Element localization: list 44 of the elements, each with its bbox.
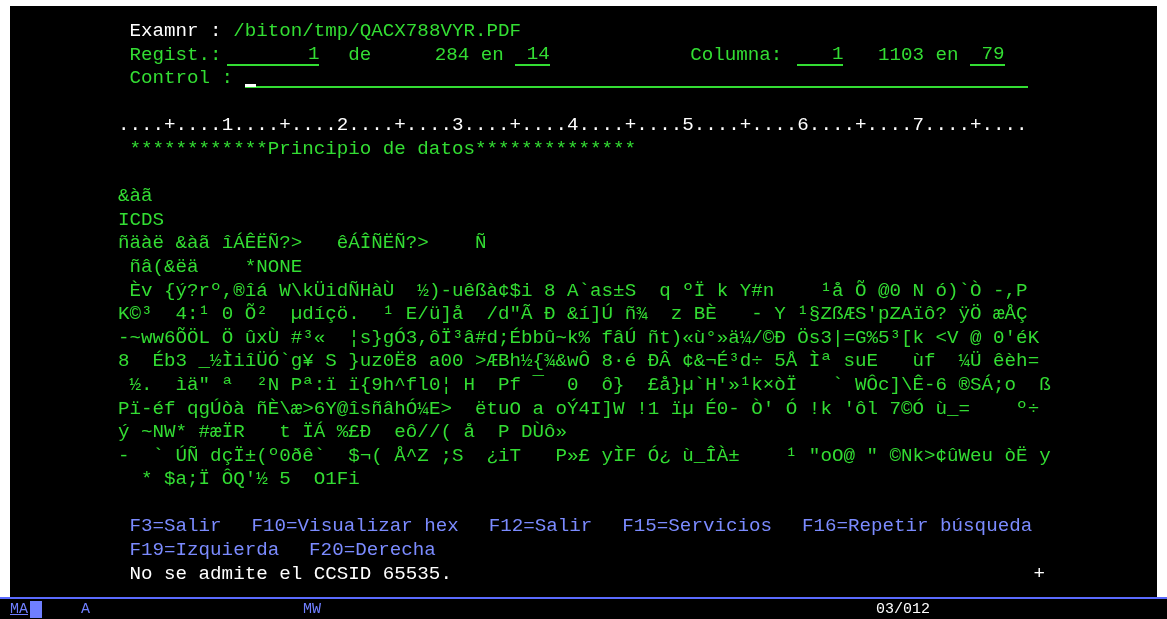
text-cursor — [244, 84, 257, 88]
data-line: Èv {ý?rº,®îá W\kÜidÑHàÙ ½)-uêßà¢$i 8 A`as±S q ºÏ k Y#n ¹å Õ @0 N ó)`Ò -,P — [128, 279, 1028, 303]
column-total: 1103 — [877, 43, 924, 68]
data-line: 8 Éb3 _½ÌiîÜÓ`g¥ S }uz0Ë8 a00 >ÆBh½{¾&wÔ 8·é ÐÂ ¢&¬É³d÷ 5Å Ìª suE ùf ¼Ü êèh= — [118, 350, 1040, 374]
data-line: - ` ÚÑ dçÏ±(º0ðê` $¬( Å^Z ;S ¿iT P»£ yÌF Ó¿ ù_ÎÀ± ¹ "oO@ " ©Nk>¢ûWeu òË y — [118, 444, 1051, 468]
field-label: en — [480, 43, 504, 68]
column-ruler: ....+....1....+....2....+....3....+....4....+....5....+....6....+....7....+.... — [118, 114, 1028, 138]
data-line: * $a;Ï ÔQ'½ 5 O1Fi — [140, 468, 360, 492]
data-line: K©³ 4:¹ 0 Õ² µdíçö. ¹ E/ü]å /d"Ã Ð &í]Ú ñ¾ z BÈ - Y ¹§ZßÆS'pZAïô? ÿÖ æÅÇ — [118, 303, 1028, 327]
data-line: ý ~NW* #æÏR t ÏÁ %£Ð eô//( å P DÙô» — [118, 421, 568, 445]
field-label: Examnr : — [129, 20, 222, 44]
data-start-marker: ************Principio de datos************** — [129, 137, 637, 162]
status-field: A — [81, 599, 90, 619]
width-input-field[interactable]: 14 — [515, 43, 550, 66]
function-key-label: F20=Derecha — [309, 539, 436, 563]
record-total: 284 — [434, 43, 470, 68]
data-line: ½. ìä" ª ²N Pª:ï ï{9h^fl0¦ H Pf ¯ 0 ô} £å}µ`H'»¹k×òÏ ` WÔc]\Ê-6 ®SÁ;o ß — [128, 373, 1051, 398]
cursor-block — [30, 601, 42, 618]
data-line: -~ww6ÕÖL Ö ûxÙ #³« ¦s}gÓ3,ôÏ³â#d;Ébbû~k% fâÚ ñt)«ù°»ä¼/©Ð Ös3|=G%5³[k <V @ 0'éK — [118, 326, 1040, 350]
function-key-label: F16=Repetir búsqueda — [801, 515, 1033, 540]
function-key-label: F19=Izquierda — [129, 539, 280, 563]
mode-indicator: MA — [10, 600, 28, 619]
cursor-position: 03/012 — [876, 600, 930, 619]
column-input-field[interactable]: 1 — [797, 43, 844, 66]
width-input-field[interactable]: 79 — [970, 43, 1005, 66]
field-label: de — [348, 43, 372, 68]
data-line: ñäàë &àã îÁÊËÑ?> êÁÎÑËÑ?> Ñ — [118, 232, 487, 256]
data-line: ICDS — [118, 208, 165, 233]
record-input-field[interactable]: 1 — [227, 43, 320, 66]
more-indicator: + — [1033, 562, 1045, 587]
function-key-label: F10=Visualizar hex — [251, 515, 459, 540]
field-label: Columna: — [690, 43, 783, 68]
function-key-label: F15=Servicios — [622, 515, 772, 540]
field-label: en — [935, 43, 959, 68]
status-field: MW — [303, 599, 321, 619]
data-line: Pï-éf qgÚòà ñÈ\æ>6Y@îsñâhÓ¼E> ëtuO a oÝ4I]W !1 ïµ É0- Ò' Ó !k 'ôl 7©Ó ù_= º÷ — [118, 397, 1040, 421]
data-line: &àã — [118, 185, 153, 209]
status-message: No se admite el CCSID 65535. — [129, 562, 452, 587]
function-key-label: F12=Salir — [488, 515, 593, 540]
field-label: Regist.: — [129, 43, 222, 68]
field-label: Control : — [129, 67, 234, 91]
file-path: /biton/tmp/QACX788VYR.PDF — [233, 20, 521, 44]
function-key-label: F3=Salir — [129, 515, 222, 540]
data-line: ñâ(&ëä *NONE — [128, 255, 303, 280]
